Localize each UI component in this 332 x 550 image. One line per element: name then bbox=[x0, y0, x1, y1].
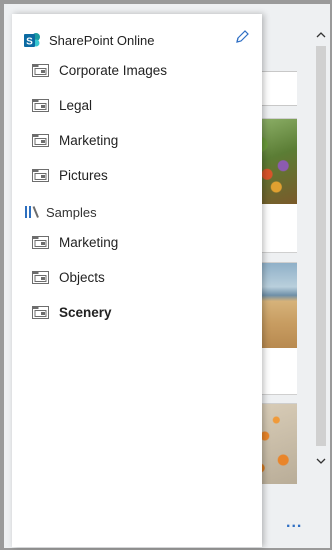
folder-icon bbox=[32, 63, 49, 77]
group-item-marketing[interactable]: Marketing bbox=[32, 231, 118, 253]
group-item-scenery[interactable]: Scenery bbox=[32, 301, 112, 323]
sharepoint-logo-icon: S bbox=[24, 32, 41, 49]
scrollbar-thumb[interactable] bbox=[316, 46, 326, 446]
vertical-scrollbar[interactable] bbox=[314, 10, 328, 478]
folder-icon bbox=[32, 98, 49, 112]
folder-icon bbox=[32, 235, 49, 249]
more-options-button[interactable]: ... bbox=[286, 514, 302, 532]
scroll-down-icon[interactable] bbox=[314, 452, 328, 470]
location-flyout: S SharePoint Online Corporate Images Leg… bbox=[12, 14, 262, 547]
folder-icon bbox=[32, 305, 49, 319]
site-item-label: Corporate Images bbox=[59, 62, 168, 78]
site-title: SharePoint Online bbox=[49, 32, 155, 48]
folder-icon bbox=[32, 133, 49, 147]
group-item-label: Marketing bbox=[59, 234, 119, 250]
site-item-label: Legal bbox=[59, 97, 93, 113]
site-item-pictures[interactable]: Pictures bbox=[32, 164, 108, 186]
group-samples[interactable]: Samples bbox=[24, 202, 97, 222]
folder-icon bbox=[32, 168, 49, 182]
site-item-marketing[interactable]: Marketing bbox=[32, 129, 118, 151]
site-item-corporate-images[interactable]: Corporate Images bbox=[32, 59, 167, 81]
site-item-legal[interactable]: Legal bbox=[32, 94, 92, 116]
pencil-icon[interactable] bbox=[234, 29, 250, 45]
site-item-label: Pictures bbox=[59, 167, 108, 183]
group-item-objects[interactable]: Objects bbox=[32, 266, 105, 288]
scroll-up-icon[interactable] bbox=[314, 26, 328, 44]
svg-text:S: S bbox=[26, 36, 33, 47]
library-icon bbox=[24, 205, 40, 219]
site-header[interactable]: S SharePoint Online bbox=[24, 30, 155, 50]
group-item-label: Objects bbox=[59, 269, 105, 285]
group-item-label: Scenery bbox=[59, 304, 112, 320]
folder-icon bbox=[32, 270, 49, 284]
group-label: Samples bbox=[46, 204, 97, 220]
site-item-label: Marketing bbox=[59, 132, 119, 148]
